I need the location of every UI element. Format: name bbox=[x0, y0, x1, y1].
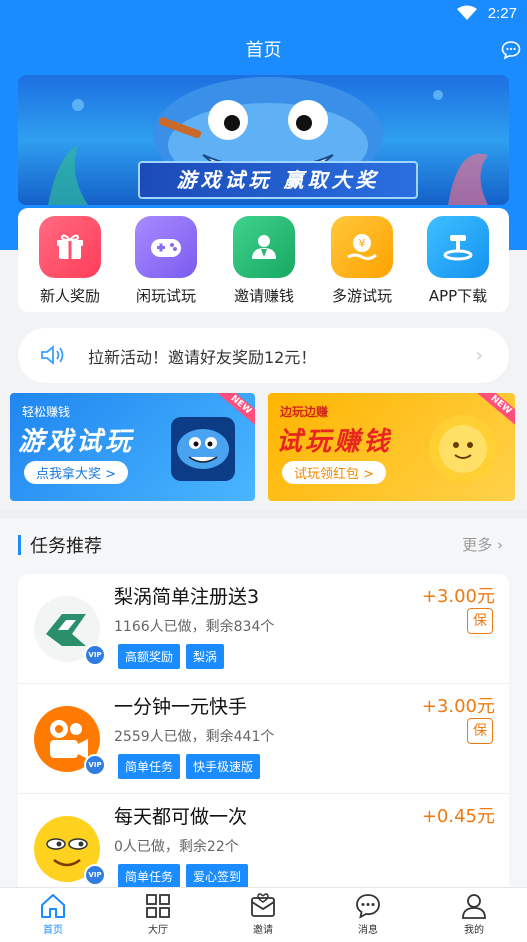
more-label: 更多 bbox=[462, 536, 493, 554]
task-reward: +3.00元 bbox=[421, 696, 495, 717]
task-tag: 高额奖励 bbox=[118, 644, 181, 669]
wifi-icon bbox=[457, 5, 477, 20]
task-row[interactable]: VIP 一分钟一元快手 2559人已做，剩余441个 简单任务 快手极速版 +3… bbox=[18, 684, 509, 794]
invite-icon bbox=[251, 893, 275, 917]
chevron-right-icon: › bbox=[475, 345, 483, 366]
grid-item-label: 多游试玩 bbox=[331, 287, 392, 305]
grid-item-app-download[interactable]: APP下载 bbox=[418, 216, 498, 306]
grid-item-invite-earn[interactable]: 邀请赚钱 bbox=[224, 216, 304, 306]
section-accent-bar bbox=[18, 535, 21, 555]
chevron-right-icon: › bbox=[497, 536, 503, 554]
task-tag: 梨涡 bbox=[186, 644, 225, 669]
tab-lobby[interactable]: 大厅 bbox=[128, 892, 188, 936]
task-tag: 快手极速版 bbox=[186, 754, 261, 779]
home-icon bbox=[41, 894, 65, 918]
task-meta: 1166人已做，剩余834个 bbox=[114, 619, 275, 635]
promo-button[interactable]: 试玩领红包 > bbox=[282, 461, 387, 484]
task-list: VIP 梨涡简单注册送3 1166人已做，剩余834个 高额奖励 梨涡 +3.0… bbox=[18, 574, 509, 888]
tab-home[interactable]: 首页 bbox=[23, 892, 83, 936]
tab-label: 消息 bbox=[358, 925, 378, 936]
task-row[interactable]: VIP 梨涡简单注册送3 1166人已做，剩余834个 高额奖励 梨涡 +3.0… bbox=[18, 574, 509, 684]
grid-icon bbox=[146, 894, 170, 918]
coin-hand-icon: ¥ bbox=[331, 216, 393, 278]
task-tags: 简单任务 快手极速版 bbox=[118, 754, 261, 779]
task-tags: 高额奖励 梨涡 bbox=[118, 644, 225, 669]
promo-subtitle: 边玩边赚 bbox=[280, 405, 329, 419]
task-tag: 简单任务 bbox=[118, 754, 181, 779]
vip-badge: VIP bbox=[84, 754, 106, 776]
notice-text: 拉新活动！邀请好友奖励12元！ bbox=[88, 348, 317, 367]
guarantee-badge: 保 bbox=[467, 608, 493, 634]
task-reward: +3.00元 bbox=[421, 586, 495, 607]
tab-label: 邀请 bbox=[253, 925, 273, 936]
tab-invite[interactable]: 邀请 bbox=[233, 892, 293, 936]
task-avatar: VIP bbox=[32, 814, 106, 886]
chat-bubble-icon[interactable] bbox=[501, 40, 521, 60]
tab-profile[interactable]: 我的 bbox=[444, 892, 504, 936]
task-meta: 0人已做，剩余22个 bbox=[114, 839, 239, 855]
svg-text:¥: ¥ bbox=[359, 237, 366, 250]
task-row[interactable]: VIP 每天都可做一次 0人已做，剩余22个 简单任务 爱心签到 +0.45元 bbox=[18, 794, 509, 888]
profile-icon bbox=[462, 894, 486, 919]
promo-card-trial-earn[interactable]: 边玩边赚 试玩赚钱 试玩领红包 > NEW bbox=[268, 393, 515, 501]
grid-item-xianwan-trial[interactable]: 闲玩试玩 bbox=[126, 216, 206, 306]
task-tags: 简单任务 爱心签到 bbox=[118, 864, 249, 888]
download-icon bbox=[427, 216, 489, 278]
vip-badge: VIP bbox=[84, 864, 106, 886]
shark-mascot-icon bbox=[171, 417, 235, 481]
quick-entry-grid: 新人奖励 闲玩试玩 邀请赚钱 ¥ 多游试玩 APP下载 bbox=[18, 208, 509, 312]
grid-item-duoyou-trial[interactable]: ¥ 多游试玩 bbox=[322, 216, 402, 306]
promo-card-game-trial[interactable]: 轻松赚钱 游戏试玩 点我拿大奖 > NEW bbox=[10, 393, 255, 501]
status-bar: 2:27 bbox=[0, 0, 527, 30]
vip-badge: VIP bbox=[84, 644, 106, 666]
task-tag: 爱心签到 bbox=[186, 864, 249, 888]
gift-icon bbox=[39, 216, 101, 278]
section-divider bbox=[0, 510, 527, 518]
promo-title: 试玩赚钱 bbox=[276, 427, 393, 457]
task-name: 一分钟一元快手 bbox=[114, 696, 248, 718]
tab-label: 大厅 bbox=[148, 925, 168, 936]
message-icon bbox=[356, 894, 380, 919]
task-avatar: VIP bbox=[32, 594, 106, 666]
more-link[interactable]: 更多 › bbox=[462, 534, 503, 555]
page-title: 首页 bbox=[245, 40, 282, 61]
promo-button[interactable]: 点我拿大奖 > bbox=[24, 461, 129, 484]
guarantee-badge: 保 bbox=[467, 718, 493, 744]
grid-item-label: 闲玩试玩 bbox=[135, 287, 196, 305]
speaker-icon bbox=[41, 345, 64, 365]
task-tag: 简单任务 bbox=[118, 864, 181, 888]
task-avatar: VIP bbox=[32, 704, 106, 776]
banner-caption: 游戏试玩 赢取大奖 bbox=[138, 161, 418, 199]
tab-messages[interactable]: 消息 bbox=[338, 892, 398, 936]
sun-mascot-icon bbox=[429, 415, 497, 483]
grid-item-new-reward[interactable]: 新人奖励 bbox=[30, 216, 110, 306]
tab-label: 首页 bbox=[43, 925, 63, 936]
task-section-header: 任务推荐 更多 › bbox=[18, 532, 509, 558]
task-name: 每天都可做一次 bbox=[114, 806, 248, 828]
task-name: 梨涡简单注册送3 bbox=[114, 586, 260, 608]
user-invite-icon bbox=[233, 216, 295, 278]
grid-item-label: 邀请赚钱 bbox=[233, 287, 294, 305]
task-reward: +0.45元 bbox=[421, 806, 495, 827]
gamepad-icon bbox=[135, 216, 197, 278]
status-time: 2:27 bbox=[487, 5, 517, 22]
grid-item-label: APP下载 bbox=[428, 287, 488, 305]
section-title: 任务推荐 bbox=[30, 536, 102, 557]
bottom-tab-bar: 首页 大厅 邀请 消息 我的 bbox=[0, 887, 527, 942]
hero-banner[interactable]: 游戏试玩 赢取大奖 bbox=[18, 75, 509, 205]
promo-subtitle: 轻松赚钱 bbox=[22, 405, 71, 419]
task-meta: 2559人已做，剩余441个 bbox=[114, 729, 275, 745]
notice-bar[interactable]: 拉新活动！邀请好友奖励12元！ › bbox=[18, 328, 509, 383]
promo-title: 游戏试玩 bbox=[18, 427, 135, 457]
grid-item-label: 新人奖励 bbox=[39, 287, 100, 305]
tab-label: 我的 bbox=[464, 925, 484, 936]
